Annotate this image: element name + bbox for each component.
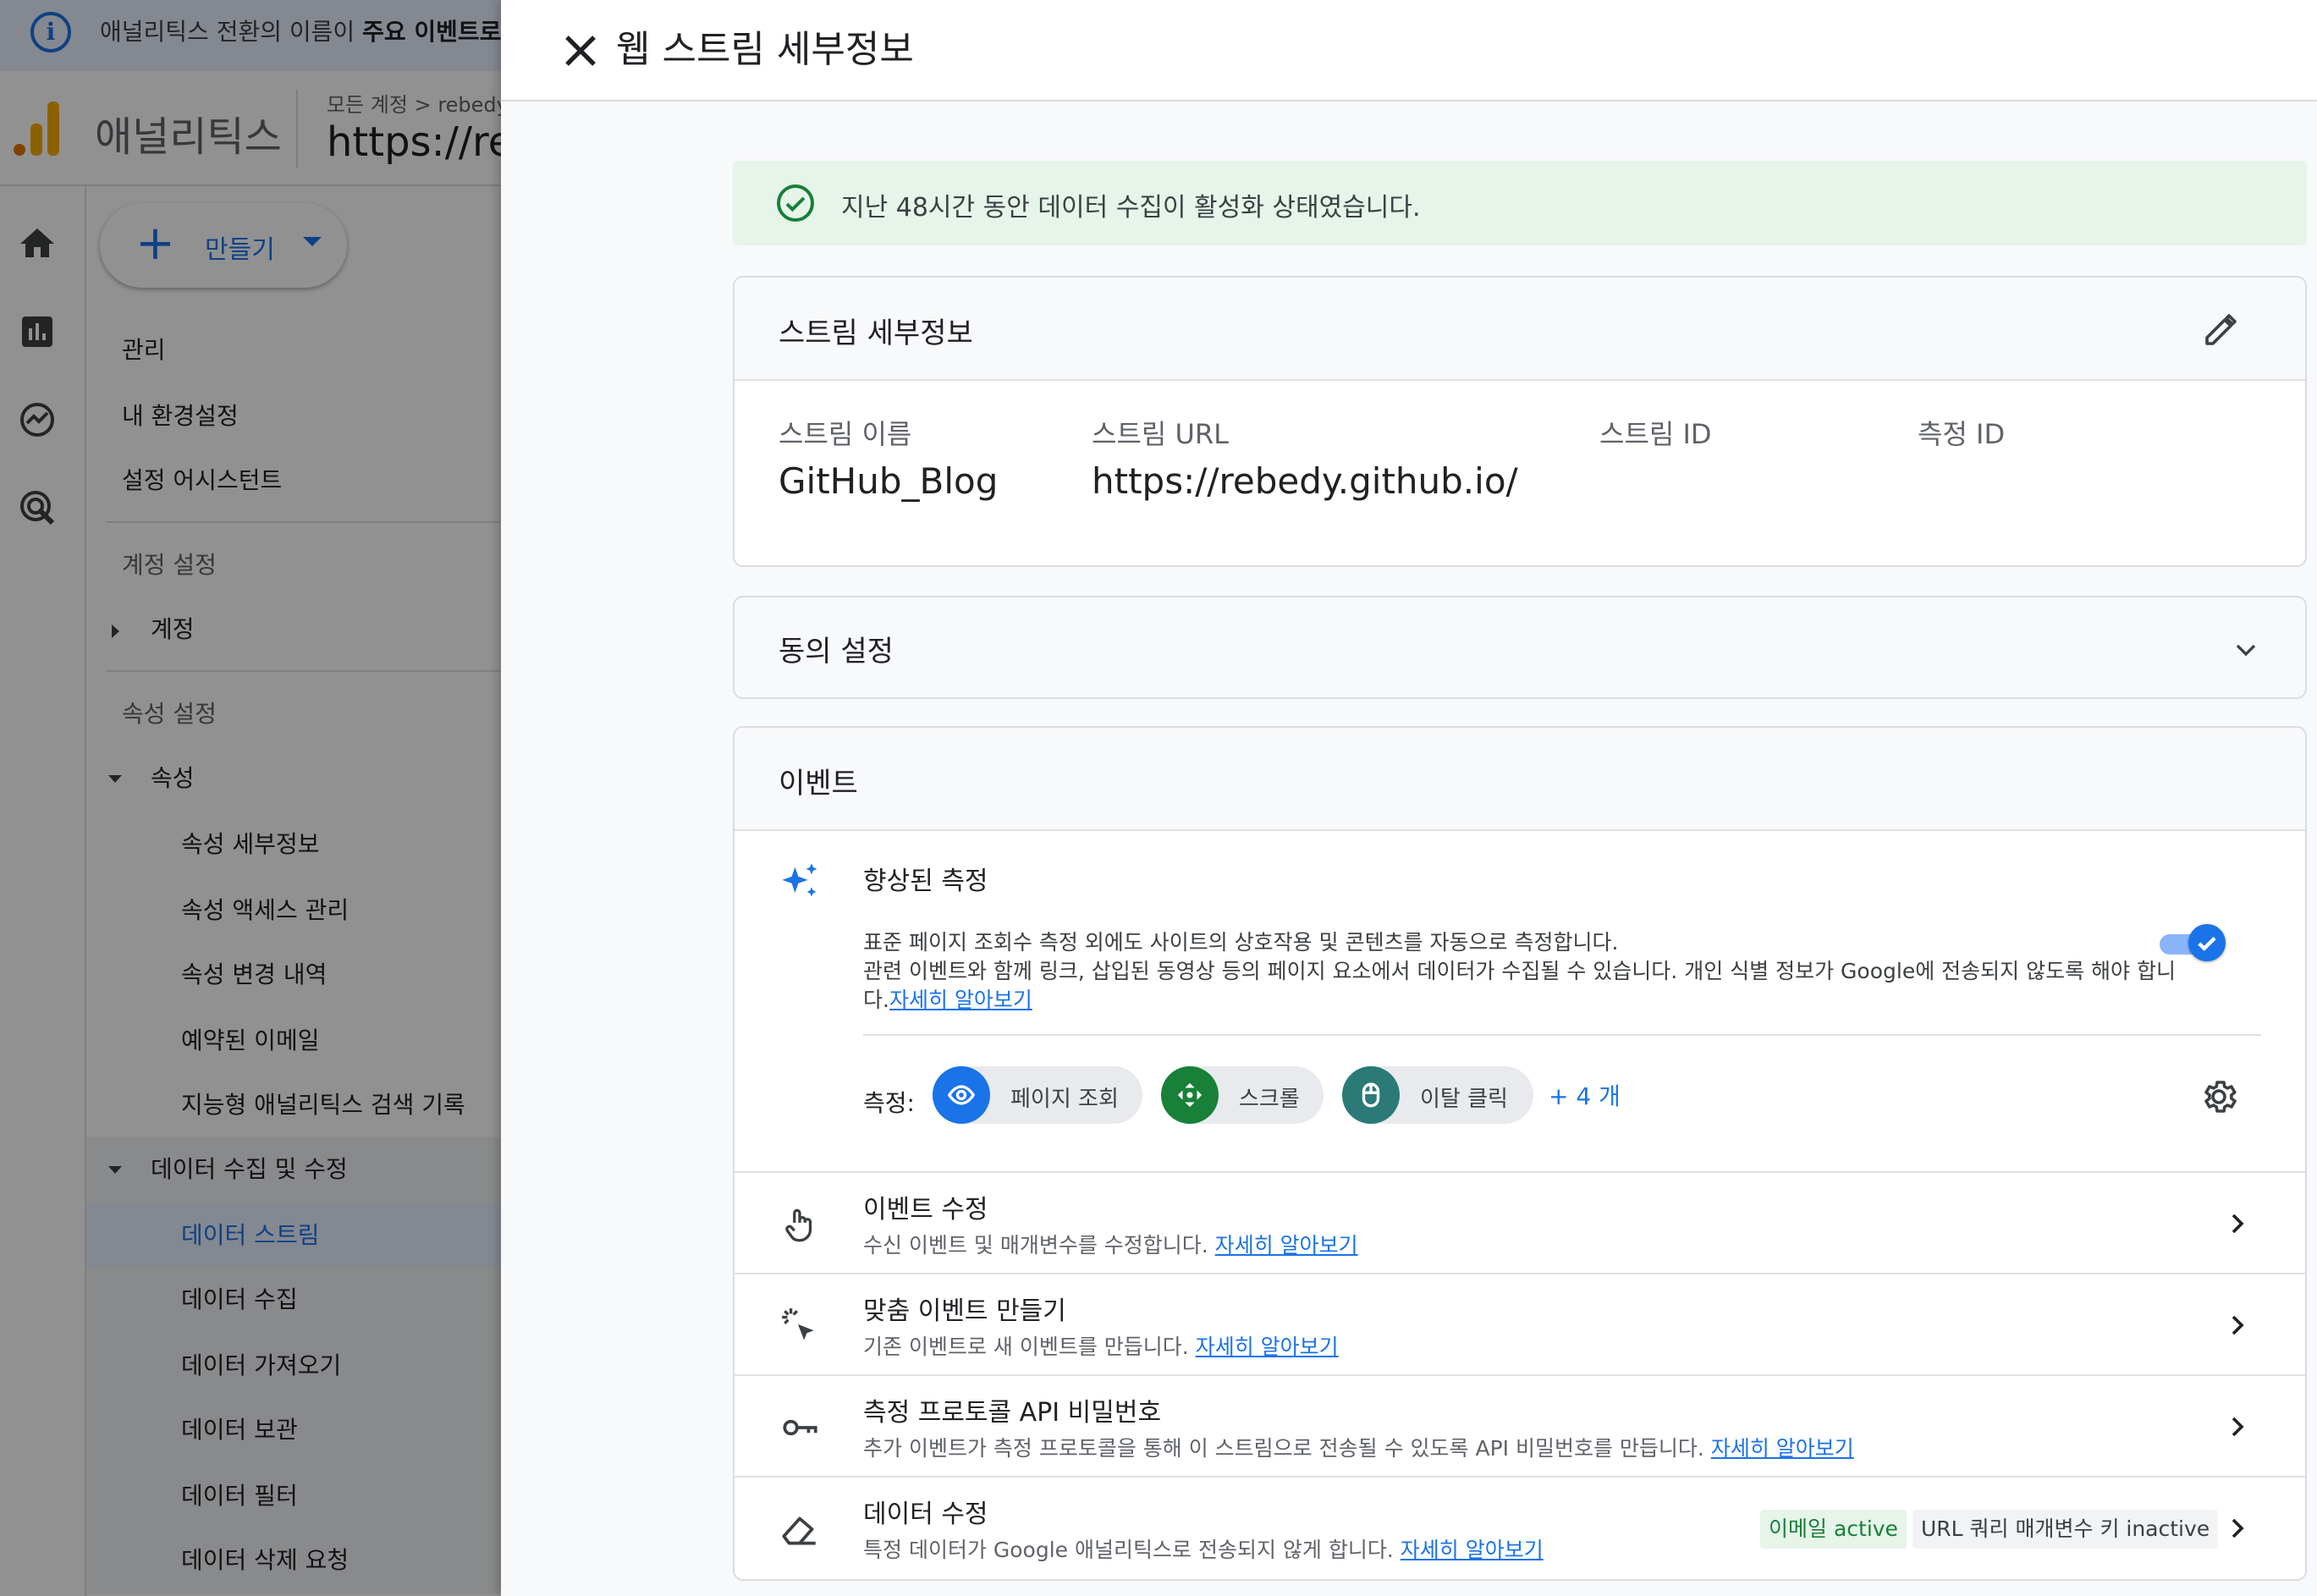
divider <box>863 1034 2261 1036</box>
row-measurement-protocol-secret[interactable]: 측정 프로토콜 API 비밀번호 추가 이벤트가 측정 프로토콜을 통해 이 스… <box>735 1374 2305 1476</box>
cursor-click-icon <box>782 1308 814 1340</box>
row-desc: 특정 데이터가 Google 애널리틱스로 전송되지 않게 합니다. 자세히 알… <box>863 1538 1544 1562</box>
status-badge: 이메일 active <box>1760 1510 1907 1549</box>
stream-details-card: 스트림 세부정보 스트림 이름 GitHub_Blog 스트림 URL http… <box>733 276 2307 567</box>
key-icon <box>783 1419 817 1436</box>
stream-details-header: 스트림 세부정보 <box>735 278 2305 381</box>
mouse-icon <box>1342 1066 1400 1124</box>
enhanced-measurement-desc: 표준 페이지 조회수 측정 외에도 사이트의 상호작용 및 콘텐츠를 자동으로 … <box>863 930 1619 955</box>
row-create-custom-event[interactable]: 맞춤 이벤트 만들기 기존 이벤트로 새 이벤트를 만듭니다. 자세히 알아보기 <box>735 1273 2305 1374</box>
check-icon <box>2198 936 2216 951</box>
enhanced-measurement-title: 향상된 측정 <box>863 867 988 896</box>
row-desc: 추가 이벤트가 측정 프로토콜을 통해 이 스트림으로 전송될 수 있도록 AP… <box>863 1436 1854 1461</box>
events-title: 이벤트 <box>779 767 858 801</box>
row-modify-events[interactable]: 이벤트 수정 수신 이벤트 및 매개변수를 수정합니다. 자세히 알아보기 <box>735 1171 2305 1273</box>
sheet-title: 웹 스트림 세부정보 <box>616 28 914 71</box>
measure-label: 측정: <box>863 1089 915 1117</box>
row-desc: 기존 이벤트로 새 이벤트를 만듭니다. 자세히 알아보기 <box>863 1335 1339 1359</box>
eraser-icon <box>782 1516 816 1545</box>
chip-scroll[interactable]: 스크롤 <box>1161 1066 1324 1124</box>
stream-url-label: 스트림 URL <box>1092 418 1229 450</box>
stream-name-label: 스트림 이름 <box>779 418 912 450</box>
check-circle-icon <box>777 184 814 222</box>
stream-name-value: GitHub_Blog <box>779 460 999 502</box>
touch-icon <box>785 1208 812 1242</box>
enhanced-measurement-toggle[interactable] <box>2160 924 2226 961</box>
stream-details-title: 스트림 세부정보 <box>779 316 973 350</box>
row-desc: 수신 이벤트 및 매개변수를 수정합니다. 자세히 알아보기 <box>863 1233 1358 1258</box>
status-text: 지난 48시간 동안 데이터 수집이 활성화 상태였습니다. <box>841 193 1421 223</box>
learn-more-link[interactable]: 자세히 알아보기 <box>1401 1538 1544 1562</box>
learn-more-link[interactable]: 자세히 알아보기 <box>1215 1233 1358 1258</box>
events-header: 이벤트 <box>735 728 2305 831</box>
chevron-right-icon[interactable] <box>2221 1207 2254 1241</box>
chip-outbound-click[interactable]: 이탈 클릭 <box>1342 1066 1533 1124</box>
row-data-redaction[interactable]: 데이터 수정 특정 데이터가 Google 애널리틱스로 전송되지 않게 합니다… <box>735 1476 2305 1577</box>
learn-more-link[interactable]: 자세히 알아보기 <box>1711 1436 1854 1461</box>
row-title: 이벤트 수정 <box>863 1195 988 1225</box>
chevron-right-icon[interactable] <box>2221 1410 2254 1444</box>
row-title: 데이터 수정 <box>863 1500 988 1529</box>
web-stream-details-sheet: 웹 스트림 세부정보 지난 48시간 동안 데이터 수집이 활성화 상태였습니다… <box>501 0 2317 1596</box>
learn-more-link[interactable]: 자세히 알아보기 <box>889 988 1032 1012</box>
chevron-right-icon[interactable] <box>2221 1511 2254 1545</box>
measurement-id-label: 측정 ID <box>1918 418 2006 450</box>
row-title: 측정 프로토콜 API 비밀번호 <box>863 1398 1162 1428</box>
events-card: 이벤트 향상된 측정 표준 페이지 조회수 측정 외에도 사이트의 상호작용 및… <box>733 726 2307 1581</box>
edit-icon[interactable] <box>2200 310 2241 350</box>
chevron-right-icon[interactable] <box>2221 1308 2254 1342</box>
chip-page-view[interactable]: 페이지 조회 <box>933 1066 1142 1124</box>
stream-url-value: https://rebedy.github.io/ <box>1092 460 1518 502</box>
sparkle-icon <box>782 863 817 897</box>
sheet-header: 웹 스트림 세부정보 <box>501 0 2317 102</box>
status-badge: URL 쿼리 매개변수 키 inactive <box>1912 1510 2219 1549</box>
consent-settings-card[interactable]: 동의 설정 <box>733 596 2307 699</box>
modal-scrim[interactable] <box>0 0 501 1596</box>
gear-icon[interactable] <box>2199 1076 2239 1117</box>
more-measurements-link[interactable]: + 4 개 <box>1549 1078 1621 1112</box>
status-banner: 지난 48시간 동안 데이터 수집이 활성화 상태였습니다. <box>733 161 2307 245</box>
enhanced-measurement-desc: 다.자세히 알아보기 <box>863 988 1032 1012</box>
chevron-down-icon[interactable] <box>2229 633 2263 667</box>
row-title: 맞춤 이벤트 만들기 <box>863 1296 1066 1326</box>
stream-id-label: 스트림 ID <box>1599 418 1712 450</box>
eye-icon <box>933 1066 990 1124</box>
close-icon[interactable] <box>553 24 608 78</box>
enhanced-measurement-desc: 관련 이벤트와 함께 링크, 삽입된 동영상 등의 페이지 요소에서 데이터가 … <box>863 959 2176 983</box>
consent-settings-title: 동의 설정 <box>779 635 894 669</box>
learn-more-link[interactable]: 자세히 알아보기 <box>1196 1335 1339 1359</box>
scroll-icon <box>1161 1066 1219 1124</box>
